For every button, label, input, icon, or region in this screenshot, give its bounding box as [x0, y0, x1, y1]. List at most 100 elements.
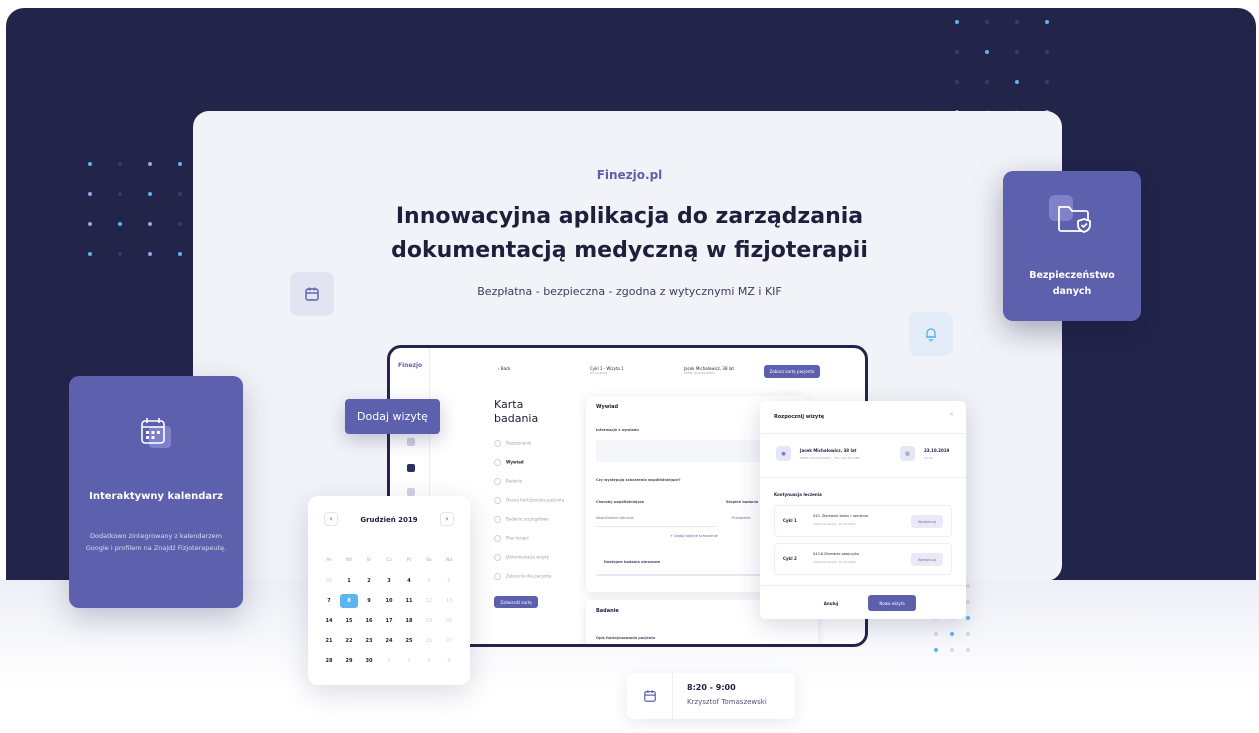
continue-button[interactable]: Kontynuuj [911, 553, 943, 566]
patient-card-button[interactable]: Zobacz kartę pacjenta [764, 365, 820, 378]
decorative-dot [985, 50, 989, 54]
panel-title: Badanie [596, 608, 619, 614]
step-item[interactable]: Plan terapii [494, 535, 529, 542]
cycle-card: Cykl 1 S43. Złamanie barku i ramienia Os… [774, 505, 952, 537]
calendar-day[interactable]: 18 [400, 614, 418, 628]
calendar-day[interactable]: 30 [360, 654, 378, 668]
calendar-day[interactable]: 15 [340, 614, 358, 628]
degree-select[interactable]: Przewlekłe [732, 516, 751, 520]
calendar-day[interactable]: 25 [400, 634, 418, 648]
step-item[interactable]: Rozpoznanie [494, 440, 531, 447]
calendar-day[interactable]: 3 [380, 574, 398, 588]
decorative-dot [966, 616, 970, 620]
panel-title: Wywiad [596, 404, 619, 410]
calendar-day[interactable]: 14 [320, 614, 338, 628]
weekday-label: Wt [345, 558, 353, 563]
decorative-dot [88, 192, 92, 196]
calendar-day[interactable]: 4 [440, 654, 458, 668]
back-link[interactable]: ‹ Back [498, 366, 511, 371]
calendar-day[interactable]: 22 [340, 634, 358, 648]
decorative-dot [950, 648, 954, 652]
feature-title: Bezpieczeństwo danych [1029, 270, 1115, 297]
calendar-day[interactable]: 26 [420, 634, 438, 648]
continue-button[interactable]: Kontynuuj [911, 515, 943, 528]
divider [760, 433, 966, 434]
calendar-day[interactable]: 29 [340, 654, 358, 668]
calendar-day[interactable]: 19 [420, 614, 438, 628]
calendar-day[interactable]: 16 [360, 614, 378, 628]
decorative-dot [178, 192, 182, 196]
divider [760, 585, 966, 586]
calendar-day[interactable]: 3 [420, 654, 438, 668]
step-item[interactable]: Badanie [494, 478, 522, 485]
calendar-tile [290, 272, 334, 316]
panel-label: Informacje z wywiadu [596, 428, 639, 432]
decorative-dot [966, 648, 970, 652]
calendar-day[interactable]: 12 [420, 594, 438, 608]
sidebar-icon[interactable] [407, 488, 415, 496]
cycle-label: Cykl 1 [783, 518, 797, 523]
decorative-dot [950, 632, 954, 636]
app-logo[interactable]: Finezjo [398, 362, 422, 369]
decorative-dot [934, 648, 938, 652]
calendar-day[interactable]: 30 [320, 574, 338, 588]
step-item[interactable]: Ocena funkcjonalna pacjenta [494, 497, 564, 504]
calendar-icon [627, 673, 673, 719]
calendar-day[interactable]: 21 [320, 634, 338, 648]
calendar-day[interactable]: 9 [360, 594, 378, 608]
calendar-day[interactable]: 6 [440, 574, 458, 588]
user-icon: ● [776, 446, 791, 461]
folder-shield-icon [1049, 195, 1091, 233]
weekday-label: Sb [426, 558, 432, 563]
calendar-day[interactable]: 23 [360, 634, 378, 648]
visit-date: 23.10.2019 [924, 448, 950, 453]
add-disease-link[interactable]: + Dodaj kolejne schorzenie [670, 534, 718, 538]
new-visit-button[interactable]: Nowa wizyta [868, 595, 916, 611]
decorative-dot [1015, 20, 1019, 24]
calendar-day[interactable]: 2 [360, 574, 378, 588]
calendar-day[interactable]: 17 [380, 614, 398, 628]
calendar-icon [141, 418, 171, 448]
decorative-dot [955, 80, 959, 84]
calendar-day[interactable]: 7 [320, 594, 338, 608]
calendar-day[interactable]: 8 [340, 594, 358, 608]
cancel-button[interactable]: Anuluj [808, 595, 854, 611]
decorative-dot [1045, 50, 1049, 54]
step-item-active[interactable]: Wywiad [494, 459, 524, 466]
next-month-button[interactable]: › [440, 512, 454, 526]
calendar-day[interactable]: 11 [400, 594, 418, 608]
calendar-day[interactable]: 2 [400, 654, 418, 668]
calendar-day[interactable]: 28 [320, 654, 338, 668]
calendar-day[interactable]: 1 [380, 654, 398, 668]
calendar-day[interactable]: 4 [400, 574, 418, 588]
add-visit-button[interactable]: Dodaj wizytę [345, 399, 440, 434]
decorative-dot [88, 162, 92, 166]
calendar-day[interactable]: 24 [380, 634, 398, 648]
calendar-day[interactable]: 13 [440, 594, 458, 608]
step-item[interactable]: Badanie szczegółowe [494, 516, 549, 523]
calendar-icon: ▦ [900, 446, 915, 461]
calendar-day[interactable]: 5 [420, 574, 438, 588]
panel-label: Choroby współistniejące [596, 500, 645, 504]
step-item[interactable]: Dokumentacja wizyty [494, 554, 549, 561]
sidebar-icon-active[interactable] [407, 464, 415, 472]
weekday-label: Cz [386, 558, 392, 563]
calendar-day[interactable]: 20 [440, 614, 458, 628]
bell-tile [909, 312, 953, 356]
calendar-day[interactable]: 10 [380, 594, 398, 608]
sidebar-icon[interactable] [407, 438, 415, 446]
close-icon[interactable]: × [949, 411, 954, 418]
calendar-day[interactable]: 1 [340, 574, 358, 588]
hero-stage: Finezjo.pl Innowacyjna aplikacja do zarz… [0, 0, 1259, 733]
visit-time: 15:30 [924, 456, 933, 460]
cycle-subtitle: Ostatnia wizyta: 12.04.2019 [813, 522, 856, 526]
step-item[interactable]: Zalecenia dla pacjenta [494, 573, 551, 580]
save-card-button[interactable]: Zatwierdź kartę [494, 596, 538, 608]
disease-select[interactable]: Nadciśnienie tętnicze [596, 516, 634, 520]
top-patient: Jacek Michałowicz, 38 lat PESEL 91010100… [684, 366, 734, 375]
panel-label: Czy występują schorzenia współistniejące… [596, 478, 681, 482]
weekday-label: Śr [366, 558, 372, 563]
calendar-day[interactable]: 27 [440, 634, 458, 648]
appointment-chip[interactable]: 8:20 - 9:00 Krzysztof Tomaszewski [627, 673, 795, 719]
feature-description: Dodatkowo zintegrowany z kalendarzem Goo… [85, 532, 227, 552]
